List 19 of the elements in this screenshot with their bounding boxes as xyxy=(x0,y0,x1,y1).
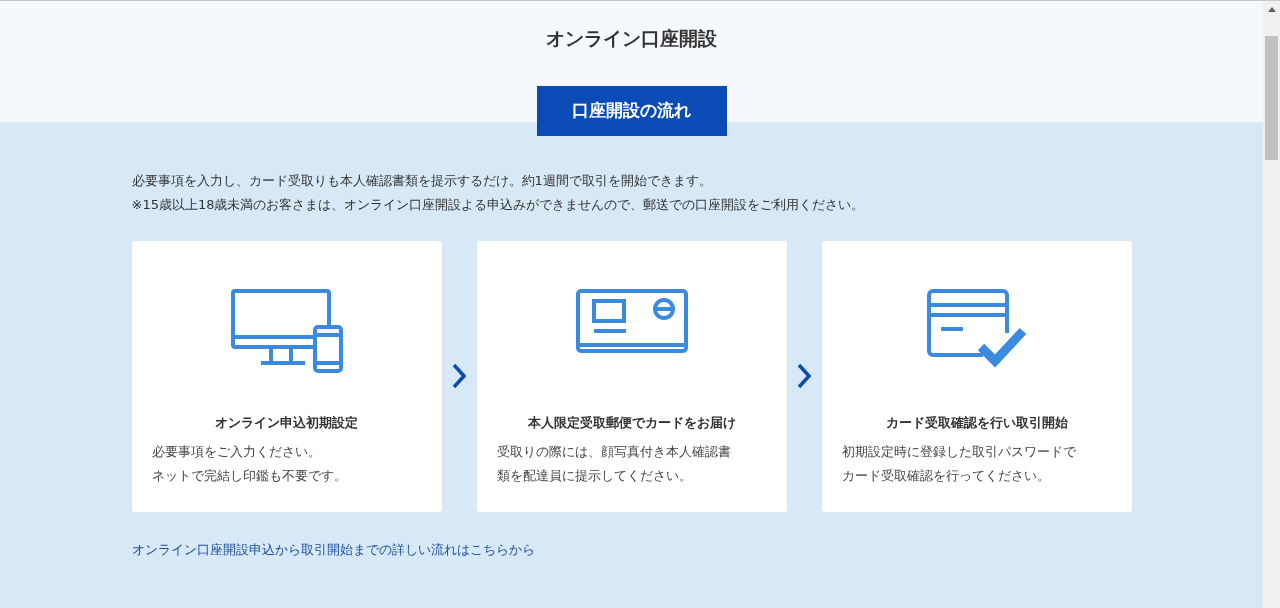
step-title: カード受取確認を行い取引開始 xyxy=(885,413,1068,432)
step-description: 必要事項をご入力ください。 xyxy=(151,443,322,461)
step-description: ネットで完結し印鑑も不要です。 xyxy=(151,467,348,485)
step-title: オンライン申込初期設定 xyxy=(215,413,358,432)
step-description: 類を配達員に提示してください。 xyxy=(496,467,693,485)
intro-text: 必要事項を入力し、カード受取りも本人確認書類を提示するだけ。約1週間で取引を開始できます。 xyxy=(131,171,713,190)
card-with-checkmark-icon xyxy=(926,288,1027,369)
section-heading-banner: 口座開設の流れ xyxy=(536,85,727,136)
step-description: 初期設定時に登録した取引パスワードで xyxy=(841,443,1077,461)
step-title: 本人限定受取郵便でカードをお届け xyxy=(527,413,736,432)
chevron-right-icon xyxy=(452,363,466,389)
computer-and-phone-icon xyxy=(230,288,343,373)
step-description: カード受取確認を行ってください。 xyxy=(841,467,1051,485)
intro-text: ※15歳以上18歳未満のお客さまは、オンライン口座開設よる申込みができませんので、郵送での口座開設をご利用ください。 xyxy=(131,195,866,214)
step-description: 受取りの際には、顔写真付き本人確認書 xyxy=(496,443,732,461)
details-link[interactable]: オンライン口座開設申込から取引開始までの詳しい流れはこちらから xyxy=(131,541,535,557)
chevron-right-icon xyxy=(797,363,811,389)
scroll-up-arrow-icon xyxy=(1267,7,1276,12)
page-title: オンライン口座開設 xyxy=(546,26,717,51)
